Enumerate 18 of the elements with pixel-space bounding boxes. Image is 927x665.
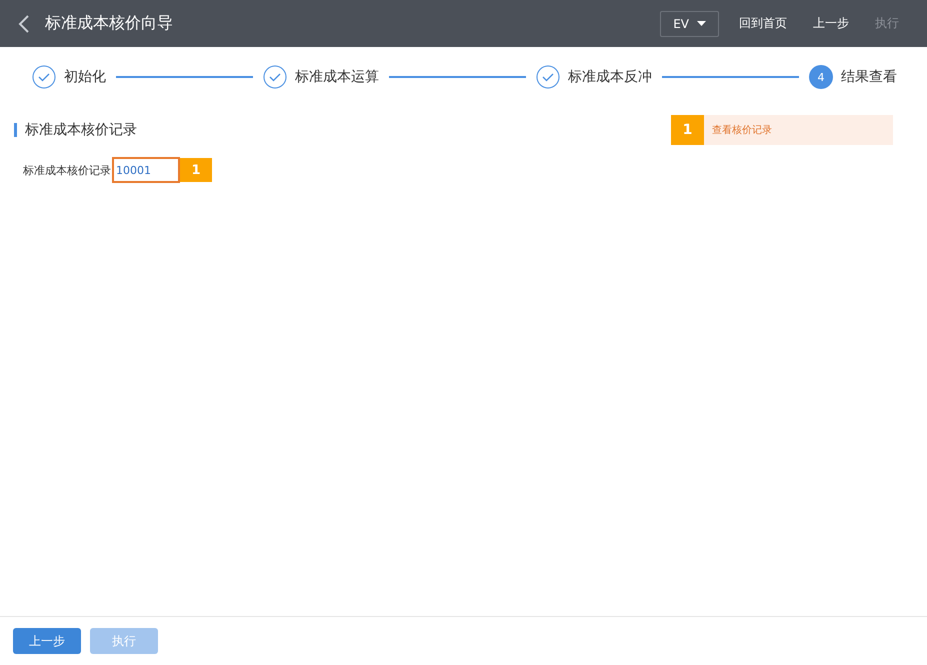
- caret-icon: [697, 21, 706, 26]
- back-icon[interactable]: [18, 14, 30, 32]
- header-button[interactable]: 回到首页: [729, 11, 797, 36]
- number-badge: 1: [671, 115, 704, 145]
- footer-button[interactable]: 上一步: [13, 628, 81, 654]
- field-label: 标准成本核价记录: [23, 162, 111, 178]
- step-label: 标准成本反冲: [568, 68, 652, 86]
- dropdown[interactable]: EV: [660, 10, 719, 36]
- page-title: 标准成本核价向导: [45, 13, 173, 34]
- section-title: 标准成本核价记录: [25, 121, 137, 139]
- step-label: 结果查看: [841, 68, 897, 86]
- step-label: 标准成本运算: [295, 68, 379, 86]
- step-number: 4: [809, 65, 833, 89]
- step-label: 初始化: [64, 68, 106, 86]
- header-button[interactable]: 上一步: [803, 11, 859, 36]
- number-badge: 1: [180, 158, 212, 182]
- input-field[interactable]: 10001: [112, 157, 180, 183]
- callout-text: 查看核价记录: [712, 124, 772, 137]
